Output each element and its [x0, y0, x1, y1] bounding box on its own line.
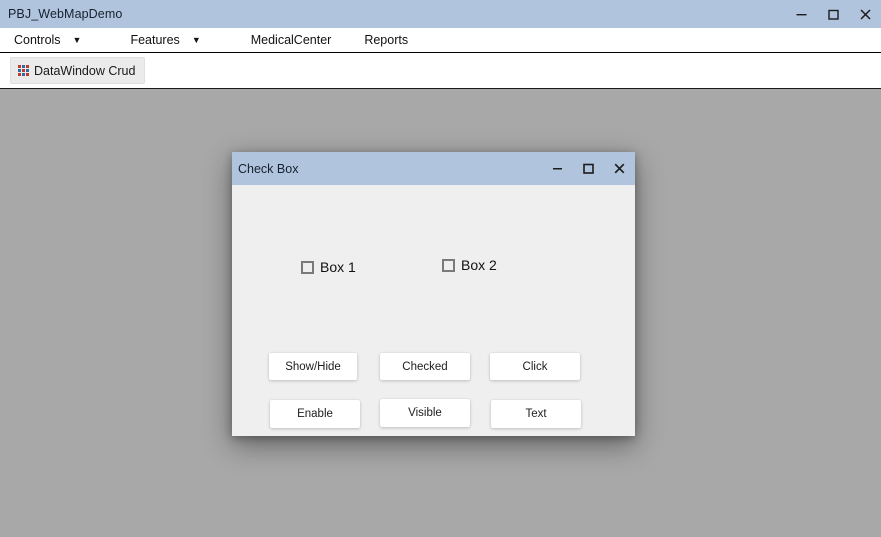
dialog-minimize-icon[interactable] [542, 152, 573, 185]
menu-bar: Controls ▼ Features ▼ MedicalCenter Repo… [0, 28, 881, 53]
dialog-title: Check Box [238, 161, 299, 176]
show-hide-button[interactable]: Show/Hide [269, 353, 357, 380]
visible-button[interactable]: Visible [380, 399, 470, 427]
dialog-close-icon[interactable] [604, 152, 635, 185]
chevron-down-icon: ▼ [191, 34, 201, 45]
checkbox-square-icon[interactable] [442, 258, 455, 272]
application-window-controls [785, 0, 881, 28]
menu-item-label: Features [130, 32, 180, 47]
grid-icon [18, 65, 30, 77]
enable-button[interactable]: Enable [270, 400, 360, 428]
checkbox-square-icon[interactable] [301, 260, 314, 274]
menu-item-label: Controls [14, 32, 61, 47]
application-title: PBJ_WebMapDemo [8, 7, 123, 21]
dialog-check-box: Check Box Box 1 Box 2 Show/Hide Checked … [232, 152, 635, 436]
toolbar-button-label: DataWindow Crud [34, 63, 136, 78]
dialog-maximize-icon[interactable] [573, 152, 604, 185]
checkbox-box-1[interactable]: Box 1 [301, 260, 356, 274]
checkbox-box-1-label: Box 1 [320, 259, 356, 275]
menu-item-label: Reports [364, 32, 409, 47]
dialog-window-controls [542, 152, 635, 185]
dialog-body: Box 1 Box 2 Show/Hide Checked Click Enab… [232, 185, 635, 436]
chevron-down-icon: ▼ [72, 34, 82, 45]
close-icon[interactable] [849, 0, 881, 28]
text-button[interactable]: Text [491, 400, 581, 428]
dialog-titlebar[interactable]: Check Box [232, 152, 635, 185]
checkbox-box-2[interactable]: Box 2 [442, 258, 497, 272]
menu-item-medicalcenter[interactable]: MedicalCenter [251, 28, 332, 52]
menu-item-label: MedicalCenter [250, 32, 332, 47]
mdi-client-workspace: Check Box Box 1 Box 2 Show/Hide Checked … [0, 89, 881, 537]
checkbox-box-2-label: Box 2 [461, 257, 497, 273]
menu-item-reports[interactable]: Reports [364, 28, 408, 52]
application-titlebar: PBJ_WebMapDemo [0, 0, 881, 28]
toolbar-button-datawindow-crud[interactable]: DataWindow Crud [10, 57, 146, 84]
minimize-icon[interactable] [785, 0, 817, 28]
toolbar: DataWindow Crud [0, 53, 881, 89]
checked-button[interactable]: Checked [380, 353, 470, 380]
application-window: PBJ_WebMapDemo Controls ▼ Features ▼ Med… [0, 0, 881, 537]
click-button[interactable]: Click [490, 353, 580, 380]
menu-item-features[interactable]: Features ▼ [130, 28, 200, 52]
maximize-icon[interactable] [817, 0, 849, 28]
menu-item-controls[interactable]: Controls ▼ [14, 28, 81, 52]
